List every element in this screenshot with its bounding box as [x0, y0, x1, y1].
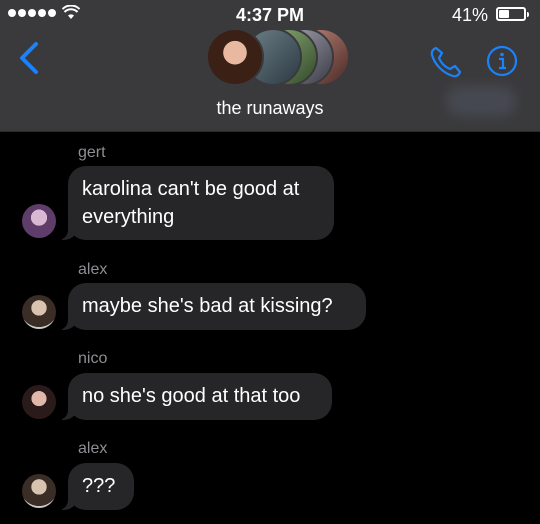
- message-sender: gert: [78, 144, 106, 161]
- message-bubble[interactable]: ???: [58, 463, 134, 510]
- redacted-blur: [446, 86, 516, 116]
- message-bubble[interactable]: no she's good at that too: [58, 373, 332, 420]
- avatar[interactable]: [22, 295, 56, 329]
- message-text: no she's good at that too: [82, 385, 301, 407]
- group-member-avatar: [206, 28, 264, 86]
- message-sender: alex: [78, 261, 108, 278]
- phone-icon[interactable]: [428, 44, 464, 80]
- battery-percent: 41%: [451, 5, 488, 25]
- message-text: maybe she's bad at kissing?: [82, 295, 333, 317]
- message-text-line: everything: [82, 206, 175, 228]
- message-bubble[interactable]: karolina can't be good at everything: [58, 166, 334, 240]
- conversation-header: 4:37 PM 41% the runaways: [0, 0, 540, 132]
- message-bubble[interactable]: maybe she's bad at kissing?: [58, 283, 366, 330]
- chevron-left-icon[interactable]: [16, 40, 44, 76]
- avatar[interactable]: [22, 474, 56, 508]
- status-bar: 4:37 PM 41%: [0, 0, 540, 30]
- info-icon[interactable]: [486, 45, 518, 77]
- avatar[interactable]: [22, 385, 56, 419]
- message-text-line: karolina can't be good at: [82, 178, 300, 200]
- message-text: ???: [82, 475, 116, 497]
- battery-fill: [499, 10, 509, 18]
- message-sender: nico: [78, 350, 108, 367]
- message-list: gert karolina can't be good at everythin…: [0, 131, 540, 524]
- battery-icon: [496, 7, 529, 21]
- avatar[interactable]: [22, 204, 56, 238]
- message-sender: alex: [78, 440, 108, 457]
- group-avatar-stack[interactable]: [206, 28, 350, 86]
